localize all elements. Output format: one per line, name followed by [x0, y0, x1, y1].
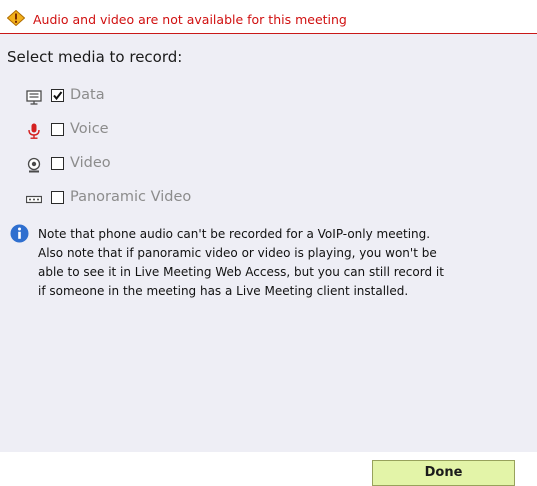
video-checkbox[interactable] [51, 157, 64, 170]
data-label: Data [70, 87, 105, 103]
microphone-icon [26, 123, 42, 139]
media-option-panoramic-video[interactable]: Panoramic Video [0, 188, 320, 210]
voice-label: Voice [70, 121, 109, 137]
warning-message: Audio and video are not available for th… [33, 12, 347, 27]
note-text: Note that phone audio can't be recorded … [38, 225, 533, 301]
note-line: able to see it in Live Meeting Web Acces… [38, 265, 444, 279]
panoramic-camera-icon [25, 191, 43, 207]
info-icon [10, 224, 29, 243]
media-option-video[interactable]: Video [0, 154, 320, 176]
record-options-panel: Audio and video are not available for th… [0, 0, 537, 452]
media-heading: Select media to record: [7, 48, 183, 66]
warning-bar: Audio and video are not available for th… [0, 0, 537, 34]
data-icon [26, 89, 42, 105]
note-line: Also note that if panoramic video or vid… [38, 246, 437, 260]
media-option-voice[interactable]: Voice [0, 120, 320, 142]
warning-diamond-icon [6, 9, 26, 27]
video-label: Video [70, 155, 111, 171]
note-line: if someone in the meeting has a Live Mee… [38, 284, 409, 298]
note-line: Note that phone audio can't be recorded … [38, 227, 431, 241]
voice-checkbox[interactable] [51, 123, 64, 136]
data-checkbox[interactable] [51, 89, 64, 102]
webcam-icon [26, 157, 42, 173]
panoramic-video-label: Panoramic Video [70, 189, 192, 205]
done-button[interactable]: Done [372, 460, 515, 486]
panoramic-video-checkbox[interactable] [51, 191, 64, 204]
media-option-data[interactable]: Data [0, 86, 320, 108]
